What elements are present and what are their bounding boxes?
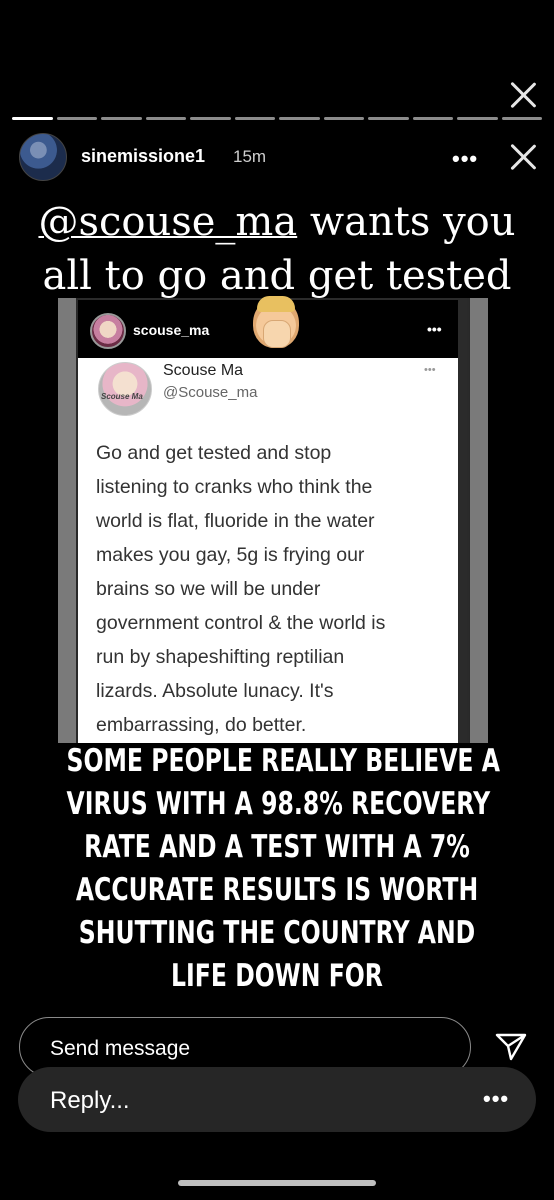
tweet-line: lizards. Absolute lunacy. It's xyxy=(96,680,334,702)
tweet-avatar-logo: Scouse Ma xyxy=(101,392,143,401)
caption-line: ACCURATE RESULTS IS WORTH xyxy=(75,872,479,908)
facepalm-emoji-icon xyxy=(253,296,299,348)
embedded-more-icon: ••• xyxy=(427,321,442,337)
story-timestamp: 15m xyxy=(233,147,267,166)
story-username[interactable]: sinemissione1 xyxy=(81,146,205,167)
embedded-avatar xyxy=(90,313,126,349)
send-message-placeholder: Send message xyxy=(50,1037,191,1060)
progress-segment xyxy=(234,117,275,120)
tweet-avatar xyxy=(98,362,152,416)
progress-segment xyxy=(56,117,97,120)
tweet-text: Go and get tested and stop listening to … xyxy=(96,436,456,742)
headline-line1: wants you xyxy=(297,199,516,245)
embed-left-border xyxy=(58,298,76,743)
embedded-username: scouse_ma xyxy=(133,322,210,338)
caption-line: LIFE DOWN FOR xyxy=(171,958,383,994)
avatar[interactable] xyxy=(19,133,67,181)
progress-segment xyxy=(12,117,53,120)
tweet-line: run by shapeshifting reptilian xyxy=(96,646,345,668)
tweet-line: makes you gay, 5g is frying our xyxy=(96,544,365,566)
close-story-icon[interactable] xyxy=(508,142,538,172)
headline-line2: all to go and get tested xyxy=(42,253,512,299)
home-indicator xyxy=(178,1180,376,1186)
story-progress-bar xyxy=(12,117,542,120)
caption-line: VIRUS WITH A 98.8% RECOVERY xyxy=(66,786,491,822)
tweet-author-handle: @Scouse_ma xyxy=(163,384,258,401)
tweet-line: government control & the world is xyxy=(96,612,386,634)
tweet-line: Go and get tested and stop xyxy=(96,442,332,464)
caption-line: SHUTTING THE COUNTRY AND xyxy=(78,915,476,951)
progress-segment xyxy=(323,117,364,120)
progress-segment xyxy=(279,117,320,120)
caption-line: RATE AND A TEST WITH A 7% xyxy=(84,829,470,865)
tweet-line: listening to cranks who think the xyxy=(96,476,373,498)
story-headline: @scouse_ma wants you all to go and get t… xyxy=(0,195,554,303)
progress-segment xyxy=(190,117,231,120)
tweet-line: embarrassing, do better. xyxy=(96,714,307,736)
more-options-icon[interactable]: ••• xyxy=(452,146,478,172)
story-caption: SOME PEOPLE REALLY BELIEVE A VIRUS WITH … xyxy=(66,740,500,998)
tweet-author-name: Scouse Ma xyxy=(163,362,244,379)
tweet-line: brains so we will be under xyxy=(96,578,321,600)
close-icon[interactable] xyxy=(508,80,538,110)
mention-link[interactable]: @scouse_ma xyxy=(38,199,297,245)
progress-segment xyxy=(145,117,186,120)
embed-right-border xyxy=(470,298,488,743)
progress-segment xyxy=(412,117,453,120)
tweet-line: world is flat, fluoride in the water xyxy=(96,510,375,532)
progress-segment xyxy=(501,117,542,120)
progress-segment xyxy=(368,117,409,120)
reply-more-icon[interactable]: ••• xyxy=(483,1086,509,1112)
progress-segment xyxy=(457,117,498,120)
send-icon[interactable] xyxy=(494,1032,528,1062)
reply-input[interactable]: Reply... xyxy=(50,1087,130,1115)
caption-line: SOME PEOPLE REALLY BELIEVE A xyxy=(66,743,500,779)
progress-segment xyxy=(101,117,142,120)
tweet-more-icon: ••• xyxy=(424,364,436,376)
